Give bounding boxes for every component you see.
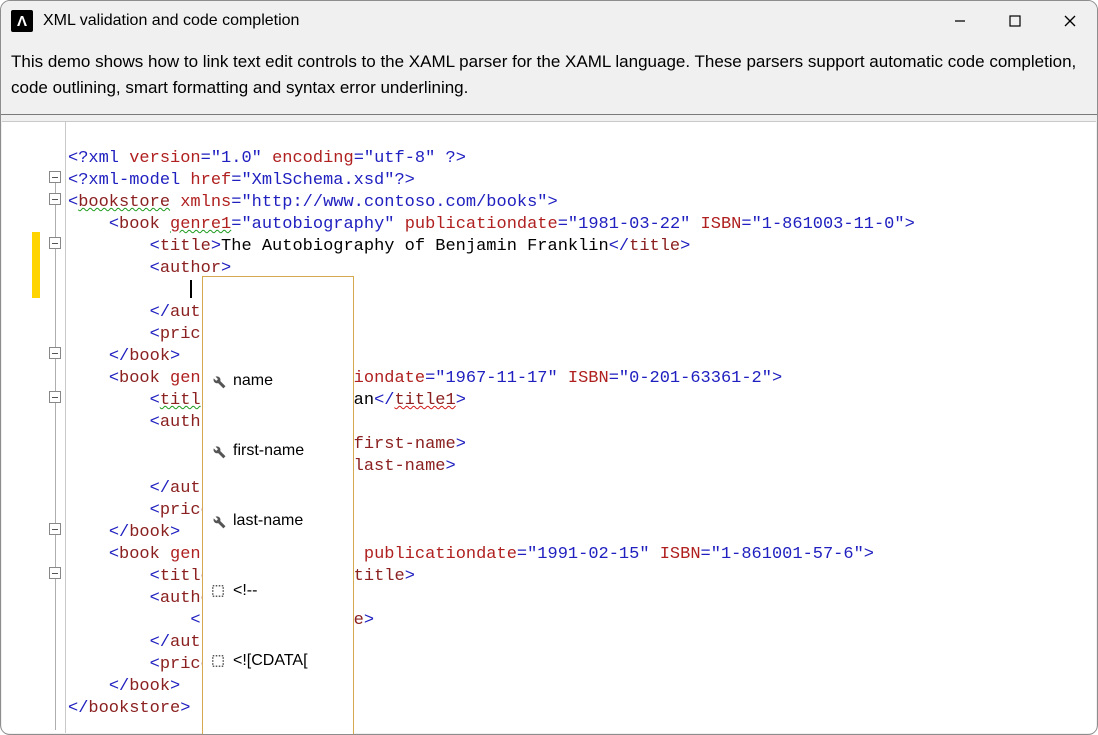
completion-label: name xyxy=(233,370,273,392)
completion-item[interactable]: <![CDATA[ xyxy=(209,648,347,674)
code-editor[interactable]: <?xml version="1.0" encoding="utf-8" ?> … xyxy=(2,121,1096,733)
attr: version xyxy=(129,149,200,168)
completion-label: last-name xyxy=(233,510,303,532)
attr: genre1 xyxy=(170,215,231,234)
minimize-button[interactable] xyxy=(932,1,987,41)
square-icon xyxy=(209,582,227,600)
completion-label: <![CDATA[ xyxy=(233,650,308,672)
fold-toggle-icon[interactable] xyxy=(49,347,61,359)
change-marker xyxy=(32,232,40,298)
close-button[interactable] xyxy=(1042,1,1097,41)
description-text: This demo shows how to link text edit co… xyxy=(1,41,1097,115)
attr-value: "http://www.contoso.com/books" xyxy=(241,193,547,212)
attr-value: "XmlSchema.xsd" xyxy=(241,171,394,190)
fold-toggle-icon[interactable] xyxy=(49,193,61,205)
xml-pi-open: <?xml xyxy=(68,149,119,168)
attr: href xyxy=(190,171,231,190)
maximize-button[interactable] xyxy=(987,1,1042,41)
square-icon xyxy=(209,652,227,670)
text-node: The Autobiography of Benjamin Franklin xyxy=(221,237,609,256)
fold-toggle-icon[interactable] xyxy=(49,523,61,535)
folding-column[interactable] xyxy=(46,122,66,733)
wrench-icon xyxy=(209,442,227,460)
completion-popup[interactable]: name first-name last-name <!-- <![CDATA[ xyxy=(202,276,354,735)
attr-value: "utf-8" xyxy=(364,149,435,168)
attr: ISBN xyxy=(701,215,742,234)
xml-pi-close: ?> xyxy=(446,149,466,168)
gutter xyxy=(2,122,66,733)
attr: encoding xyxy=(272,149,354,168)
completion-label: first-name xyxy=(233,440,304,462)
attr: ISBN xyxy=(568,369,609,388)
attr: publicationdate xyxy=(405,215,558,234)
xml-pi-close: ?> xyxy=(394,171,414,190)
app-window: Λ XML validation and code completion Thi… xyxy=(0,0,1098,735)
wrench-icon xyxy=(209,512,227,530)
attr: ISBN xyxy=(660,545,701,564)
fold-toggle-icon[interactable] xyxy=(49,567,61,579)
wrench-icon xyxy=(209,372,227,390)
fold-toggle-icon[interactable] xyxy=(49,171,61,183)
completion-item[interactable]: name xyxy=(209,368,347,394)
xml-pi-open: <?xml-model xyxy=(68,171,180,190)
fold-toggle-icon[interactable] xyxy=(49,237,61,249)
completion-list[interactable]: name first-name last-name <!-- <![CDATA[ xyxy=(203,321,353,720)
attr: xmlns xyxy=(180,193,231,212)
completion-item[interactable]: <!-- xyxy=(209,578,347,604)
window-title: XML validation and code completion xyxy=(43,12,299,30)
completion-item[interactable]: last-name xyxy=(209,508,347,534)
fold-toggle-icon[interactable] xyxy=(49,391,61,403)
completion-item[interactable]: first-name xyxy=(209,438,347,464)
titlebar: Λ XML validation and code completion xyxy=(1,1,1097,41)
text-caret xyxy=(190,280,191,298)
app-icon: Λ xyxy=(11,10,33,32)
attr: publicationdate xyxy=(364,545,517,564)
attr-value: "1.0" xyxy=(211,149,262,168)
attr: gen xyxy=(170,369,201,388)
completion-label: <!-- xyxy=(233,580,257,602)
